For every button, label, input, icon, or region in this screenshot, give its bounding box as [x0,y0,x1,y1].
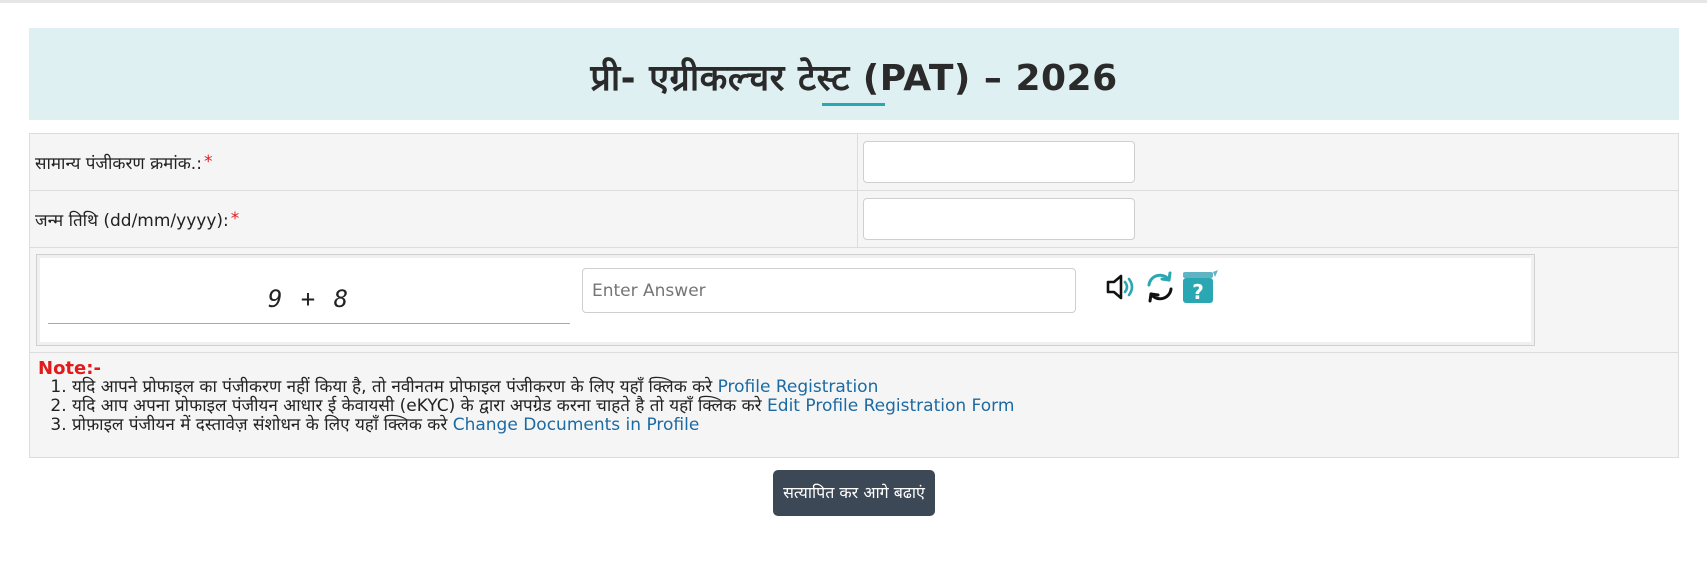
dob-label-text: जन्म तिथि (dd/mm/yyyy): [35,210,229,231]
captcha-question: 9 + 8 [48,275,570,324]
svg-text:?: ? [1192,280,1204,304]
registration-row: सामान्य पंजीकरण क्रमांक.: * [30,134,1678,191]
note-item: यदि आप अपना प्रोफाइल पंजीयन आधार ई केवाय… [72,397,1678,416]
note-list: यदि आपने प्रोफाइल का पंजीकरण नहीं किया ह… [38,378,1678,435]
form-container: प्री- एग्रीकल्चर टेस्ट (PAT) – 2026 सामा… [29,28,1679,516]
captcha-answer-input[interactable] [582,268,1076,313]
note-title: Note:- [38,358,101,379]
registration-label-text: सामान्य पंजीकरण क्रमांक.: [35,153,202,174]
dob-label: जन्म तिथि (dd/mm/yyyy): * [30,191,858,247]
page: प्री- एग्रीकल्चर टेस्ट (PAT) – 2026 सामा… [0,0,1707,581]
edit-profile-registration-link[interactable]: Edit Profile Registration Form [767,396,1014,416]
dob-input[interactable] [863,198,1135,240]
required-mark: * [230,209,240,229]
form-table: सामान्य पंजीकरण क्रमांक.: * जन्म तिथि (dd… [29,133,1679,458]
captcha-icons: ? [1105,269,1219,309]
note-section: Note:- यदि आपने प्रोफाइल का पंजीकरण नहीं… [30,353,1678,457]
speaker-icon[interactable] [1105,272,1139,306]
change-documents-link[interactable]: Change Documents in Profile [453,415,700,435]
note-item: यदि आपने प्रोफाइल का पंजीकरण नहीं किया ह… [72,378,1678,397]
captcha-row: 9 + 8 Enter Answer ? [30,248,1678,353]
title-underline [822,103,885,106]
profile-registration-link[interactable]: Profile Registration [718,377,879,397]
registration-label: सामान्य पंजीकरण क्रमांक.: * [30,134,858,190]
refresh-icon[interactable] [1143,271,1177,307]
registration-number-input[interactable] [863,141,1135,183]
note-item-text: यदि आप अपना प्रोफाइल पंजीयन आधार ई केवाय… [72,396,762,416]
registration-value-cell [858,134,1135,190]
help-icon[interactable]: ? [1181,269,1219,309]
note-item: प्रोफ़ाइल पंजीयन में दस्तावेज़ संशोधन के… [72,416,1678,435]
dob-row: जन्म तिथि (dd/mm/yyyy): * [30,191,1678,248]
captcha-box: 9 + 8 Enter Answer ? [36,254,1535,346]
dob-value-cell [858,191,1135,247]
note-item-text: यदि आपने प्रोफाइल का पंजीकरण नहीं किया ह… [72,377,713,397]
page-title: प्री- एग्रीकल्चर टेस्ट (PAT) – 2026 [590,58,1118,99]
verify-and-proceed-button[interactable]: सत्यापित कर आगे बढाएं [773,470,935,516]
top-border [0,0,1707,3]
note-item-text: प्रोफ़ाइल पंजीयन में दस्तावेज़ संशोधन के… [72,415,448,435]
required-mark: * [203,152,213,172]
page-header: प्री- एग्रीकल्चर टेस्ट (PAT) – 2026 [29,28,1679,120]
submit-wrap: सत्यापित कर आगे बढाएं [29,470,1679,516]
